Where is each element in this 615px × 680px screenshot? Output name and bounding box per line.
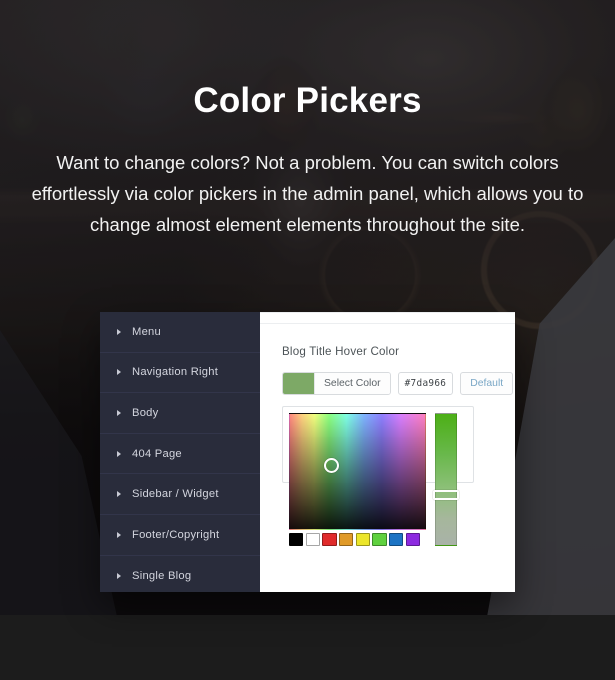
color-controls-row: Select Color #7da966 Default bbox=[282, 372, 514, 395]
caret-right-icon bbox=[117, 450, 121, 457]
sidebar-item-footer-copyright[interactable]: Footer/Copyright bbox=[100, 515, 260, 556]
caret-right-icon bbox=[117, 409, 121, 416]
select-color-label: Select Color bbox=[314, 373, 390, 394]
sidebar-item-label: Footer/Copyright bbox=[132, 528, 220, 541]
preset-swatches bbox=[289, 533, 426, 546]
admin-sidebar: Menu Navigation Right Body 404 Page Side… bbox=[100, 312, 260, 592]
caret-right-icon bbox=[117, 369, 121, 376]
field-label: Blog Title Hover Color bbox=[282, 345, 400, 358]
saturation-slider-handle[interactable] bbox=[433, 489, 459, 500]
saturation-value-map[interactable] bbox=[289, 413, 426, 530]
page-title: Color Pickers bbox=[193, 81, 422, 120]
sidebar-item-sidebar-widget[interactable]: Sidebar / Widget bbox=[100, 474, 260, 515]
sidebar-item-single-blog[interactable]: Single Blog bbox=[100, 556, 260, 592]
sidebar-item-navigation-right[interactable]: Navigation Right bbox=[100, 353, 260, 394]
preset-swatch-yellow[interactable] bbox=[355, 533, 370, 546]
preset-swatch-orange[interactable] bbox=[339, 533, 354, 546]
picker-marker[interactable] bbox=[323, 457, 339, 473]
sidebar-item-body[interactable]: Body bbox=[100, 393, 260, 434]
preset-swatch-purple[interactable] bbox=[405, 533, 420, 546]
preset-swatch-red[interactable] bbox=[322, 533, 337, 546]
sidebar-item-label: Navigation Right bbox=[132, 366, 219, 379]
sidebar-item-label: Single Blog bbox=[132, 569, 192, 582]
page-subtitle: Want to change colors? Not a problem. Yo… bbox=[31, 151, 584, 235]
preset-swatch-green[interactable] bbox=[372, 533, 387, 546]
saturation-slider[interactable] bbox=[433, 413, 459, 546]
sidebar-item-label: Menu bbox=[132, 325, 161, 338]
sidebar-item-404-page[interactable]: 404 Page bbox=[100, 434, 260, 475]
preset-swatch-blue[interactable] bbox=[389, 533, 404, 546]
admin-panel: Menu Navigation Right Body 404 Page Side… bbox=[100, 312, 515, 592]
picker-left-column bbox=[289, 413, 426, 546]
hex-value-input[interactable]: #7da966 bbox=[397, 372, 454, 395]
caret-right-icon bbox=[117, 328, 121, 335]
caret-right-icon bbox=[117, 531, 121, 538]
sidebar-item-label: Body bbox=[132, 406, 159, 419]
caret-right-icon bbox=[117, 572, 121, 579]
panel-divider bbox=[260, 323, 515, 324]
sidebar-item-menu[interactable]: Menu bbox=[100, 312, 260, 353]
sidebar-item-label: Sidebar / Widget bbox=[132, 488, 219, 501]
color-picker-popup bbox=[282, 406, 474, 546]
admin-panel-main: Blog Title Hover Color Select Color #7da… bbox=[260, 312, 515, 592]
preset-swatch-white[interactable] bbox=[305, 533, 320, 546]
select-color-button[interactable]: Select Color bbox=[282, 372, 391, 395]
sidebar-item-label: 404 Page bbox=[132, 447, 182, 460]
page-root: Color Pickers Want to change colors? Not… bbox=[0, 0, 615, 680]
default-button[interactable]: Default bbox=[460, 372, 514, 395]
current-color-swatch bbox=[283, 373, 314, 394]
hero-text-block: Color Pickers Want to change colors? Not… bbox=[0, 81, 615, 240]
preset-swatch-black[interactable] bbox=[289, 533, 304, 546]
caret-right-icon bbox=[117, 491, 121, 498]
